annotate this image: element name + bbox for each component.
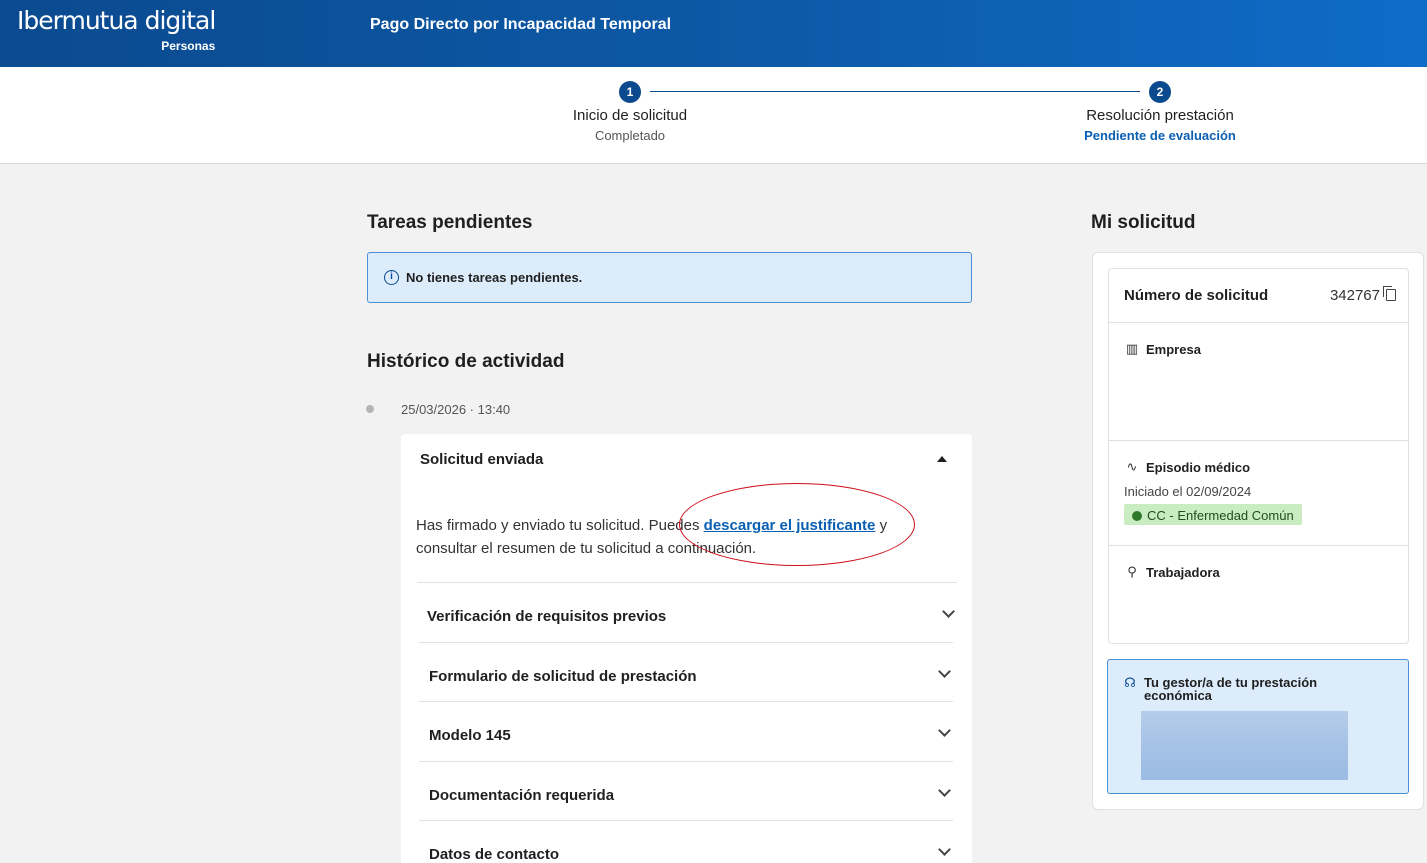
step-status: Completado [594, 128, 666, 143]
step-number: 1 [619, 81, 641, 103]
accordion-label: Documentación requerida [429, 786, 615, 804]
chevron-down-icon [942, 605, 955, 618]
logo-text: Ibermutua digital [17, 6, 216, 35]
episodio-label: Episodio médico [1146, 459, 1251, 475]
numero-value: 342767 [1329, 287, 1380, 304]
app-header: Ibermutua digital Personas Pago Directo … [0, 0, 1427, 67]
accordion-label: Datos de contacto [429, 846, 560, 863]
trabajadora-heading: ⚲ Trabajadora [1124, 564, 1220, 580]
pulse-icon: ∿ [1126, 459, 1138, 474]
episodio-heading: ∿ Episodio médico [1124, 459, 1250, 475]
accordion-item-verificacion[interactable]: Verificación de requisitos previos [417, 582, 957, 642]
step-inicio: 1 Inicio de solicitud Completado [530, 81, 730, 143]
collapse-caret-icon[interactable] [937, 456, 947, 462]
accordion-item-documentacion[interactable]: Documentación requerida [419, 760, 953, 821]
page-title: Pago Directo por Incapacidad Temporal [370, 16, 672, 33]
empresa-heading: ▥ Empresa [1124, 341, 1201, 357]
logo-subtitle: Personas [161, 39, 216, 53]
headset-icon: ☊ [1124, 675, 1136, 690]
summary-accordion: Verificación de requisitos previos Formu… [417, 582, 957, 863]
step-resolucion: 2 Resolución prestación Pendiente de eva… [1060, 81, 1260, 143]
annotation-ellipse [679, 483, 915, 566]
step-number: 2 [1149, 81, 1171, 103]
timeline-dot [366, 405, 374, 413]
no-tasks-alert: i No tienes tareas pendientes. [367, 252, 972, 303]
empresa-row: ▥ Empresa [1109, 322, 1408, 440]
empresa-label: Empresa [1146, 341, 1201, 357]
ibermutua-logo[interactable]: Ibermutua digital Personas [17, 6, 216, 53]
episodio-badge: CC - Enfermedad Común [1124, 504, 1302, 525]
episodio-badge-text: CC - Enfermedad Común [1147, 508, 1294, 523]
accordion-item-contacto[interactable]: Datos de contacto [419, 820, 953, 863]
numero-label: Número de solicitud [1124, 287, 1269, 304]
episodio-fecha: Iniciado el 02/09/2024 [1124, 484, 1252, 499]
description-text-before: Has firmado y enviado tu solicitud. Pued… [416, 517, 704, 534]
info-icon: i [384, 270, 399, 285]
no-tasks-message: No tienes tareas pendientes. [406, 270, 583, 285]
episodio-row: ∿ Episodio médico Iniciado el 02/09/2024… [1109, 440, 1408, 545]
accordion-label: Verificación de requisitos previos [427, 608, 667, 625]
accordion-item-formulario[interactable]: Formulario de solicitud de prestación [419, 641, 953, 702]
tareas-title: Tareas pendientes [367, 212, 533, 233]
building-icon: ▥ [1125, 341, 1139, 356]
copy-icon[interactable] [1383, 286, 1396, 301]
trabajadora-row: ⚲ Trabajadora [1109, 545, 1408, 643]
gestor-card: ☊ Tu gestor/a de tu prestación económica [1107, 659, 1409, 794]
step-title: Resolución prestación [1086, 107, 1234, 124]
chevron-down-icon [938, 664, 951, 678]
activity-card-title[interactable]: Solicitud enviada [420, 451, 543, 468]
chevron-down-icon [938, 724, 951, 737]
trabajadora-label: Trabajadora [1146, 564, 1220, 580]
chevron-down-icon [938, 843, 951, 856]
pill-icon [1129, 508, 1145, 523]
step-status: Pendiente de evaluación [1084, 128, 1236, 143]
cut-off-section-title [1092, 848, 1182, 863]
progress-stepper: 1 Inicio de solicitud Completado 2 Resol… [0, 67, 1427, 164]
accordion-label: Modelo 145 [429, 727, 511, 744]
person-icon: ⚲ [1127, 564, 1137, 579]
solicitud-details-card: Número de solicitud 342767 ▥ Empresa ∿ E… [1108, 268, 1409, 644]
historico-title: Histórico de actividad [367, 351, 565, 372]
mi-solicitud-title: Mi solicitud [1091, 212, 1196, 233]
gestor-title: Tu gestor/a de tu prestación económica [1144, 675, 1318, 703]
accordion-label: Formulario de solicitud de prestación [429, 667, 697, 685]
gestor-heading: ☊ Tu gestor/a de tu prestación económica [1122, 676, 1344, 702]
accordion-item-modelo-145[interactable]: Modelo 145 [419, 701, 953, 761]
activity-date: 25/03/2026 · 13:40 [401, 402, 511, 417]
gestor-contact-redacted [1141, 711, 1348, 780]
step-title: Inicio de solicitud [572, 107, 688, 124]
chevron-down-icon [938, 783, 951, 797]
